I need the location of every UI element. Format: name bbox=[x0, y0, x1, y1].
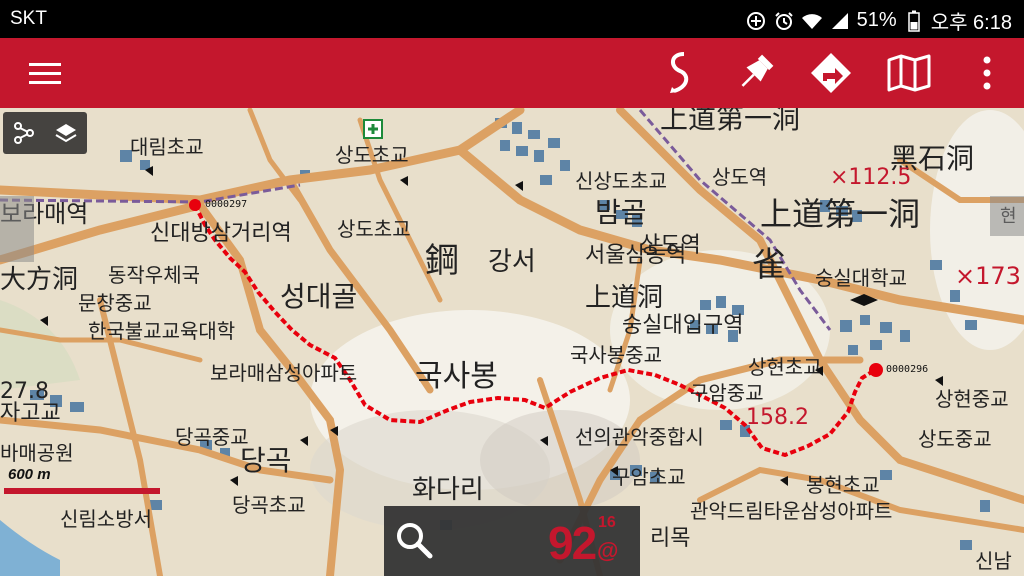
waypoint-end-label: 0000296 bbox=[886, 364, 928, 375]
map-label: 당곡초교 bbox=[232, 493, 306, 517]
map-label: 구암중교 bbox=[690, 381, 764, 405]
map-label: 국사봉중교 bbox=[570, 343, 662, 367]
map-label: 한국불교교육대학 bbox=[88, 319, 235, 343]
map-label: 대림초교 bbox=[130, 135, 204, 159]
map-label: 상도역 bbox=[712, 165, 767, 189]
map-label: 밤골 bbox=[595, 196, 647, 229]
layers-icon bbox=[55, 124, 77, 143]
layers-button[interactable] bbox=[45, 112, 87, 154]
route-icon bbox=[670, 52, 689, 93]
map-label: 上道第一洞 bbox=[760, 195, 920, 233]
directions-button[interactable] bbox=[806, 48, 856, 98]
map-label: ×173 bbox=[955, 262, 1021, 290]
map-label: 구암초교 bbox=[612, 465, 686, 489]
map-label: 강서 bbox=[488, 247, 536, 277]
map-label: ×112.5 bbox=[830, 165, 911, 190]
map-label: 바매공원 bbox=[0, 441, 74, 465]
map-label: 上道第一洞 bbox=[660, 108, 800, 135]
map-label: 鋼 bbox=[425, 241, 459, 281]
left-edge-handle[interactable] bbox=[0, 196, 34, 262]
scale-line bbox=[4, 488, 160, 494]
map-label: 신상도초교 bbox=[575, 169, 667, 193]
map-label: 상도초교 bbox=[337, 217, 411, 241]
map-label: 동작우체국 bbox=[108, 263, 200, 287]
right-edge-handle[interactable] bbox=[990, 196, 1024, 236]
layer-panel bbox=[3, 112, 87, 154]
map-label: 신대방삼거리역 bbox=[150, 221, 292, 246]
waypoints-icon bbox=[14, 122, 34, 144]
directions-icon bbox=[811, 53, 851, 93]
map-label: 화다리 bbox=[412, 475, 484, 505]
status-icons: 51% 오후 6:18 bbox=[745, 6, 1012, 35]
map-label: 성대골 bbox=[280, 280, 357, 313]
carrier-label: SKT bbox=[10, 8, 47, 29]
map-label: 선의관악중합시 bbox=[575, 425, 704, 449]
map-label: 리목 bbox=[650, 526, 690, 551]
battery-icon bbox=[903, 10, 925, 32]
map-label: 신림소방서 bbox=[60, 507, 152, 531]
map-label: 자고교 bbox=[0, 401, 61, 426]
map-label: 관악드림타운삼성아파트 bbox=[690, 499, 892, 523]
speed-value: 92 bbox=[548, 517, 597, 569]
waypoint-start-label: 0000297 bbox=[205, 199, 247, 210]
map-label: 숭실대입구역 bbox=[622, 313, 743, 338]
waypoints-button[interactable] bbox=[3, 112, 45, 154]
speed-sup: 16 bbox=[598, 514, 616, 531]
map-label: 당곡중교 bbox=[175, 425, 249, 449]
map-button[interactable] bbox=[884, 48, 934, 98]
map-icon bbox=[887, 54, 931, 92]
scale-bar: 600 m bbox=[2, 466, 162, 500]
menu-icon bbox=[29, 63, 61, 84]
clock: 오후 6:18 bbox=[930, 12, 1012, 34]
search-icon bbox=[397, 523, 433, 559]
battery-percent: 51% bbox=[856, 9, 897, 31]
map-label: 상현초교 bbox=[748, 355, 822, 379]
map-label: 봉현초교 bbox=[806, 473, 880, 497]
more-button[interactable] bbox=[962, 48, 1012, 98]
more-vert-icon bbox=[983, 56, 991, 90]
pin-button[interactable] bbox=[730, 48, 780, 98]
route-button[interactable] bbox=[654, 48, 704, 98]
menu-button[interactable] bbox=[20, 48, 70, 98]
pin-icon bbox=[741, 54, 774, 87]
wifi-icon bbox=[801, 10, 823, 32]
scale-label: 600 m bbox=[8, 466, 51, 483]
map-label: 大方洞 bbox=[0, 265, 78, 295]
map-label: 당곡 bbox=[240, 444, 292, 477]
map-label: 雀 bbox=[752, 245, 786, 285]
map-label: 국사봉 bbox=[415, 359, 498, 394]
signal-icon bbox=[829, 10, 851, 32]
map-label: 신남 bbox=[975, 549, 1012, 573]
map-label: 숭실대학교 bbox=[815, 266, 907, 290]
info-panel: 92 16 @ bbox=[384, 506, 640, 576]
map-label: 문창중교 bbox=[78, 291, 152, 315]
map-label: 상현중교 bbox=[935, 387, 1009, 411]
map-label: 158.2 bbox=[746, 405, 809, 430]
map-label: 보라매삼성아파트 bbox=[210, 361, 357, 385]
data-saver-icon bbox=[745, 10, 767, 32]
map-label: 상도중교 bbox=[918, 427, 992, 451]
speed-unit: @ bbox=[597, 538, 619, 563]
status-bar: SKT 51% 오후 6:18 bbox=[0, 0, 1024, 38]
app-toolbar bbox=[0, 38, 1024, 108]
alarm-icon bbox=[773, 10, 795, 32]
map-label: 상도역 bbox=[640, 233, 701, 258]
map-label: 上道洞 bbox=[585, 283, 663, 313]
map-label: 상도초교 bbox=[335, 143, 409, 167]
search-button[interactable] bbox=[392, 518, 436, 562]
